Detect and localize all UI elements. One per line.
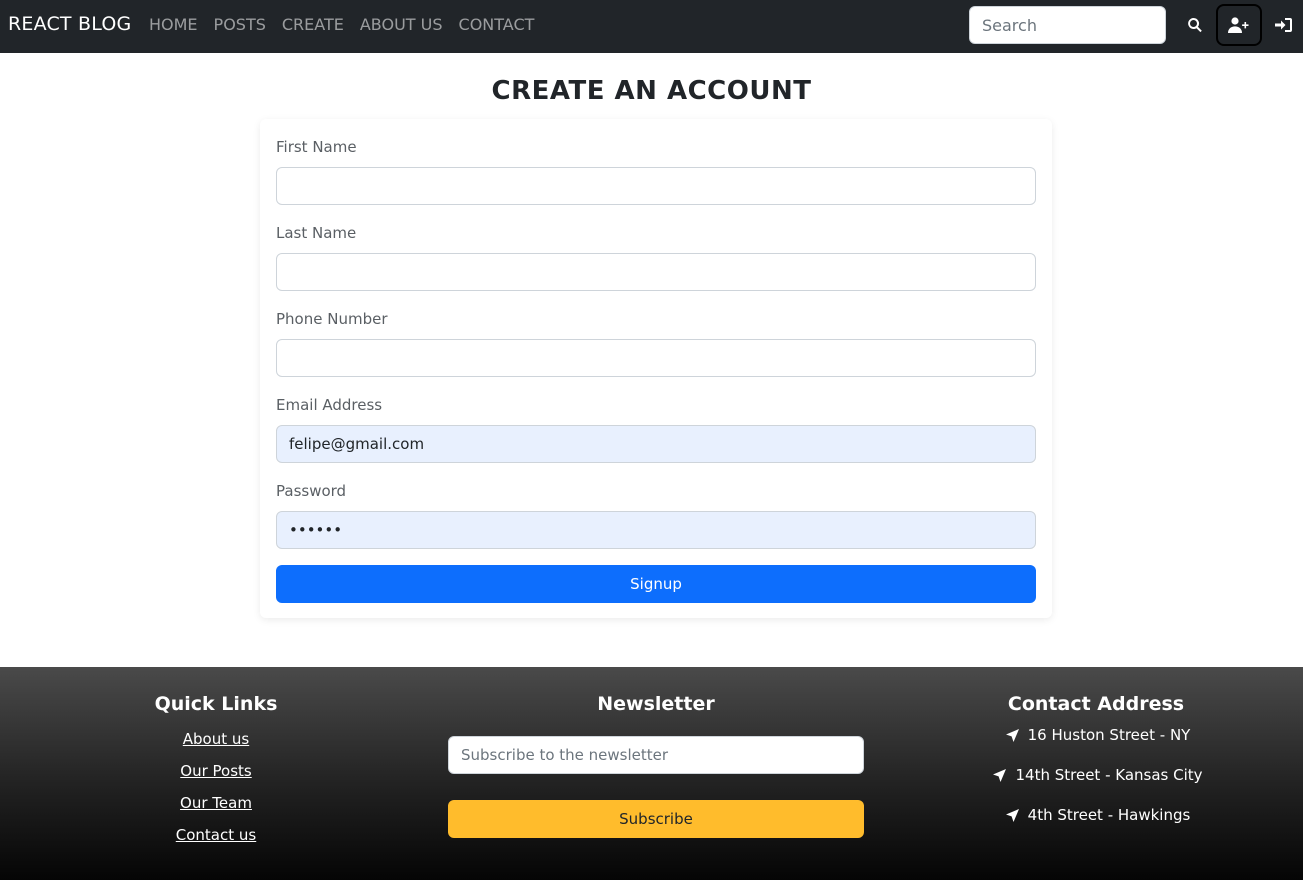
nav-link-create[interactable]: CREATE bbox=[282, 15, 344, 34]
sign-in-icon bbox=[1274, 18, 1292, 32]
subscribe-button[interactable]: Subscribe bbox=[448, 800, 864, 838]
address-text: 4th Street - Hawkings bbox=[1027, 806, 1191, 824]
address-line: 4th Street - Hawkings bbox=[960, 806, 1236, 824]
footer-link-about-us[interactable]: About us bbox=[115, 730, 317, 748]
user-plus-icon bbox=[1228, 17, 1249, 33]
nav-link-home[interactable]: HOME bbox=[149, 15, 198, 34]
address-line: 16 Huston Street - NY bbox=[960, 726, 1236, 744]
page-title: CREATE AN ACCOUNT bbox=[491, 76, 812, 106]
password-label: Password bbox=[276, 482, 347, 500]
location-arrow-icon bbox=[1005, 728, 1019, 742]
last-name-field[interactable] bbox=[276, 253, 1036, 291]
email-label: Email Address bbox=[276, 396, 383, 414]
first-name-label: First Name bbox=[276, 138, 357, 156]
login-nav-button[interactable] bbox=[1260, 4, 1303, 46]
quick-links-heading: Quick Links bbox=[154, 693, 278, 715]
signup-nav-button[interactable] bbox=[1216, 4, 1262, 46]
footer: Quick Links About us Our Posts Our Team … bbox=[0, 667, 1303, 880]
last-name-label: Last Name bbox=[276, 224, 357, 242]
password-field[interactable] bbox=[276, 511, 1036, 549]
nav-link-about-us[interactable]: ABOUT US bbox=[360, 15, 443, 34]
contact-address-heading: Contact Address bbox=[1007, 693, 1185, 715]
phone-label: Phone Number bbox=[276, 310, 388, 328]
top-navbar: REACT BLOG HOME POSTS CREATE ABOUT US CO… bbox=[0, 0, 1303, 53]
first-name-field[interactable] bbox=[276, 167, 1036, 205]
address-text: 16 Huston Street - NY bbox=[1027, 726, 1191, 744]
location-arrow-icon bbox=[993, 768, 1007, 782]
location-arrow-icon bbox=[1005, 808, 1019, 822]
brand-logo[interactable]: REACT BLOG bbox=[8, 13, 131, 35]
footer-link-our-team[interactable]: Our Team bbox=[115, 794, 317, 812]
signup-button[interactable]: Signup bbox=[276, 565, 1036, 603]
nav-links: HOME POSTS CREATE ABOUT US CONTACT bbox=[149, 15, 550, 34]
search-button[interactable] bbox=[1172, 4, 1218, 46]
nav-link-contact[interactable]: CONTACT bbox=[459, 15, 535, 34]
newsletter-email-input[interactable] bbox=[448, 736, 864, 774]
newsletter-heading: Newsletter bbox=[597, 693, 715, 715]
email-field[interactable] bbox=[276, 425, 1036, 463]
search-input[interactable] bbox=[969, 6, 1166, 44]
address-line: 14th Street - Kansas City bbox=[960, 766, 1236, 784]
phone-field[interactable] bbox=[276, 339, 1036, 377]
footer-link-contact-us[interactable]: Contact us bbox=[115, 826, 317, 844]
search-icon bbox=[1188, 18, 1202, 33]
nav-link-posts[interactable]: POSTS bbox=[214, 15, 266, 34]
footer-link-our-posts[interactable]: Our Posts bbox=[115, 762, 317, 780]
address-text: 14th Street - Kansas City bbox=[1015, 766, 1203, 784]
